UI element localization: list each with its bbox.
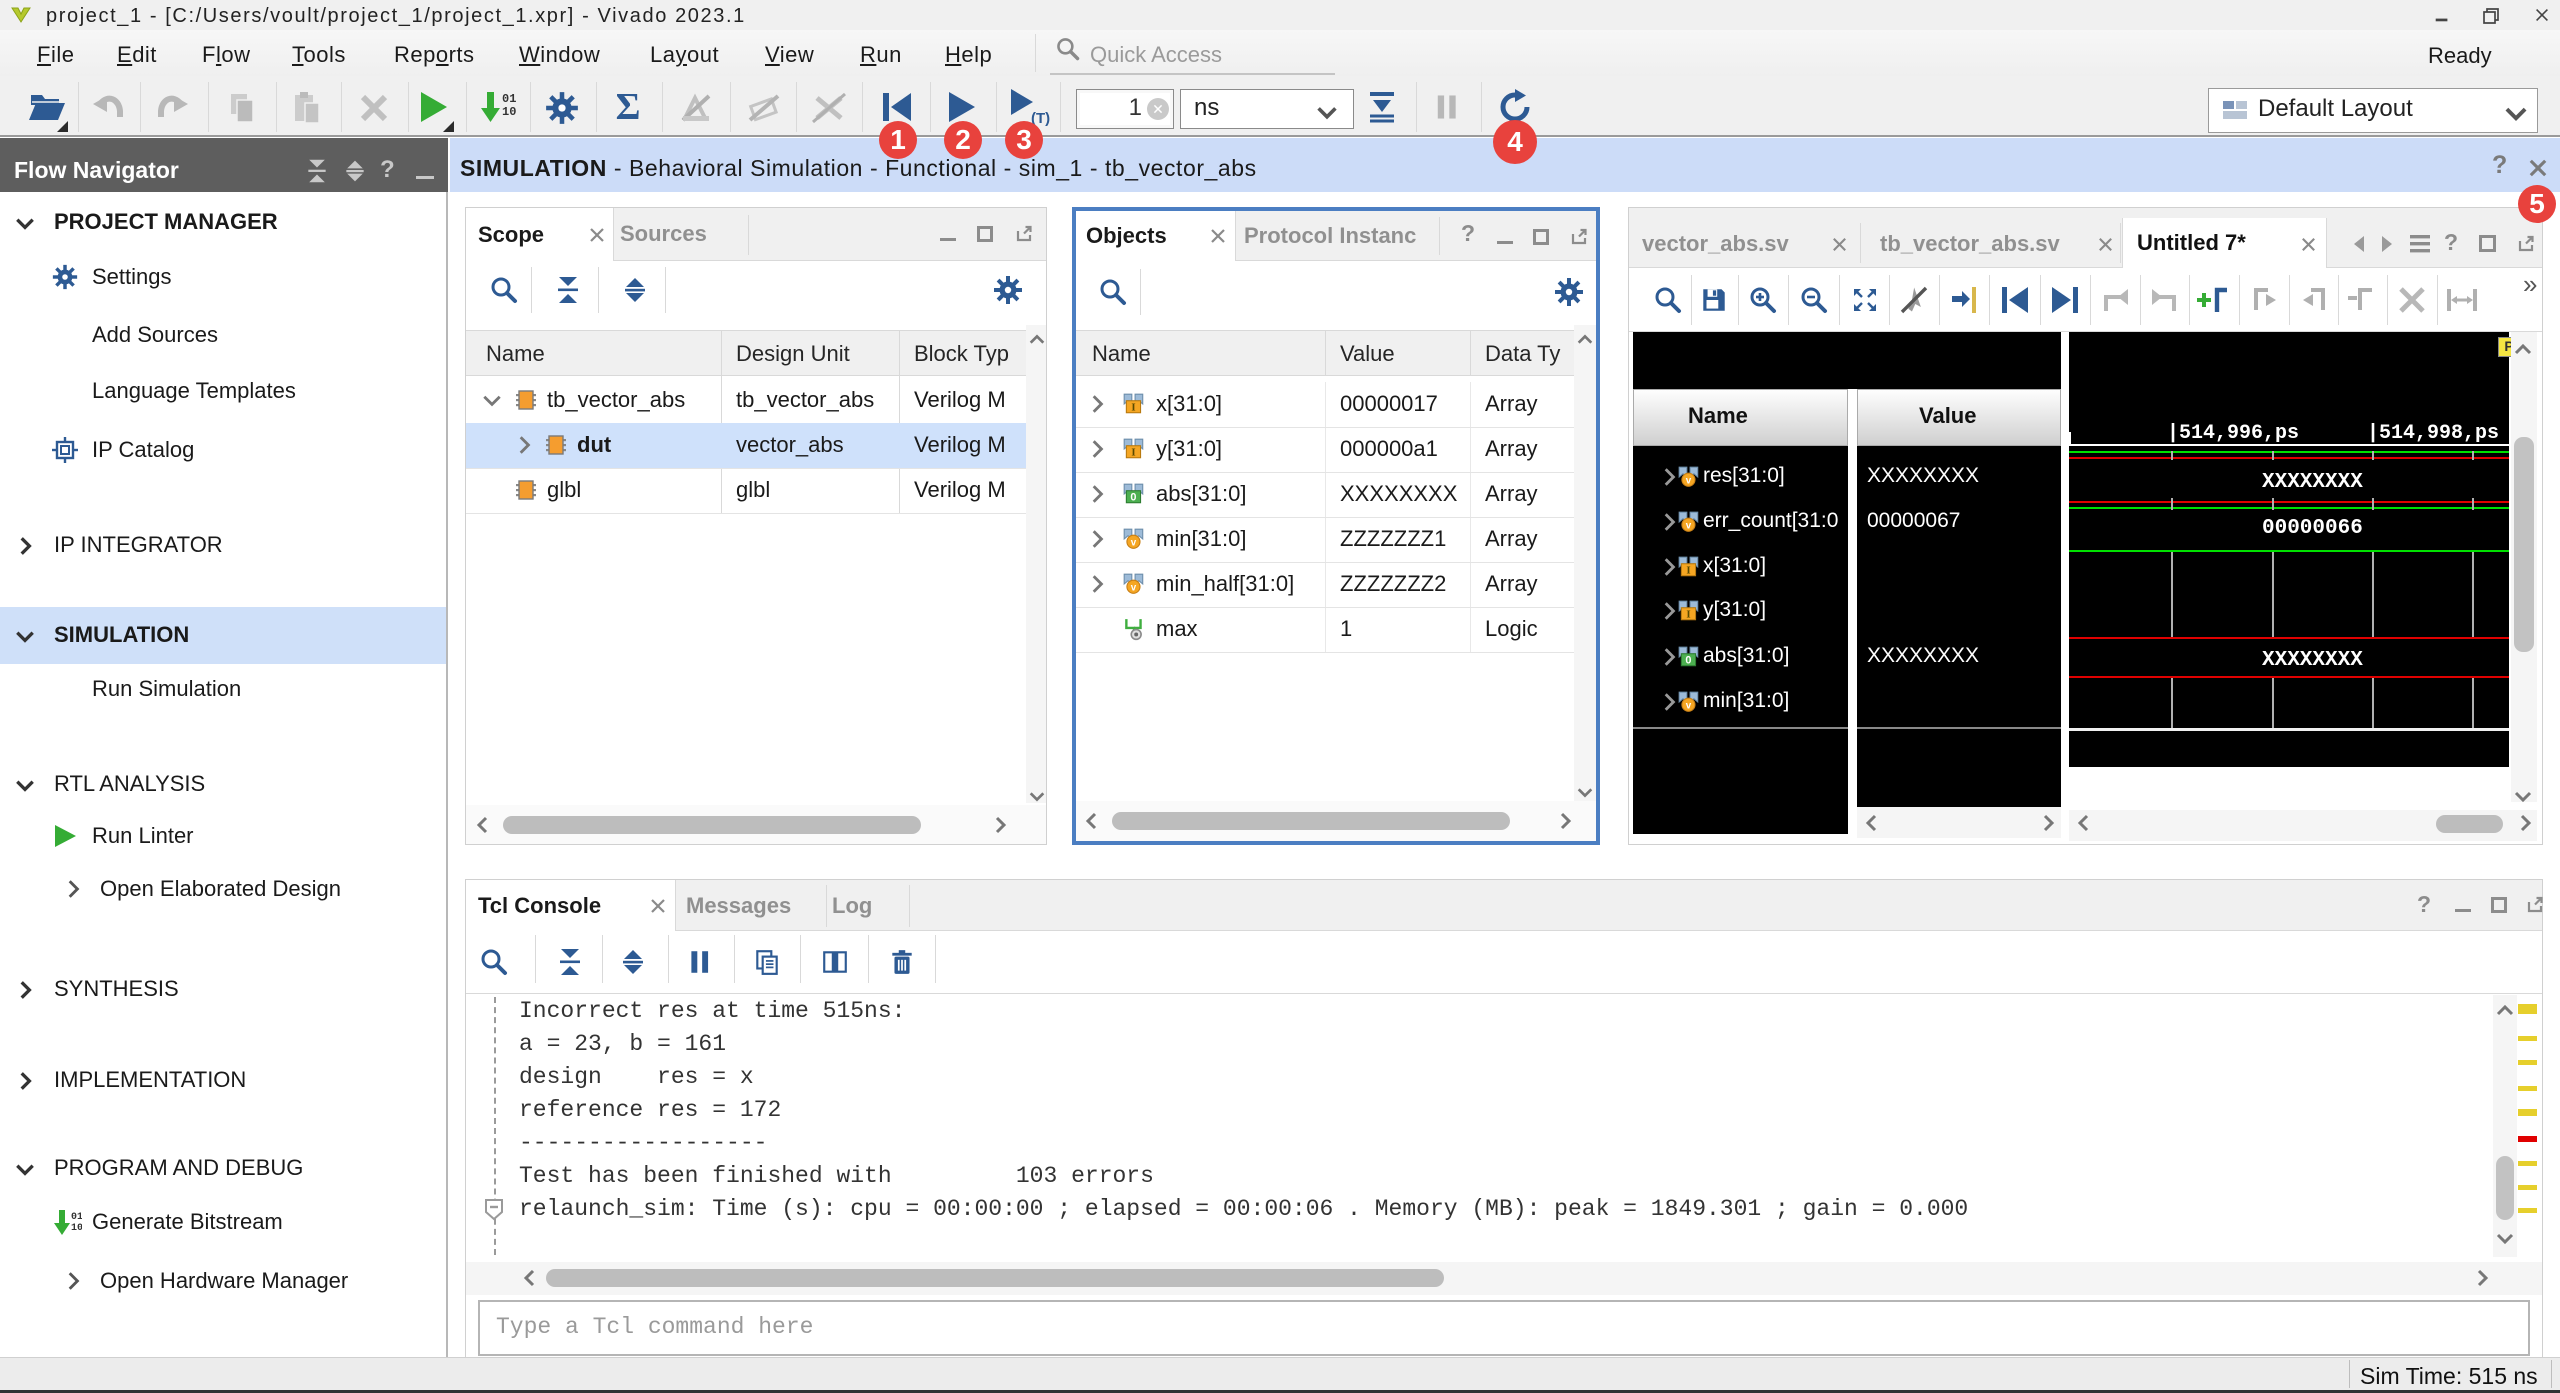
svg-text:I: I [1686,565,1690,577]
svg-text:v: v [1686,476,1692,487]
svg-text:10: 10 [502,105,516,119]
svg-text:0: 0 [1685,655,1691,667]
svg-text:01: 01 [502,92,516,106]
svg-text:I: I [1686,609,1690,621]
svg-text:v: v [1686,521,1692,532]
svg-text:I: I [1131,402,1135,414]
svg-text:v: v [1131,583,1137,594]
svg-text:01: 01 [71,1212,82,1223]
svg-text:I: I [1131,447,1135,459]
svg-text:0: 0 [1130,492,1136,504]
svg-text:v: v [1686,701,1692,712]
svg-text:v: v [1131,538,1137,549]
svg-text:10: 10 [71,1223,82,1234]
